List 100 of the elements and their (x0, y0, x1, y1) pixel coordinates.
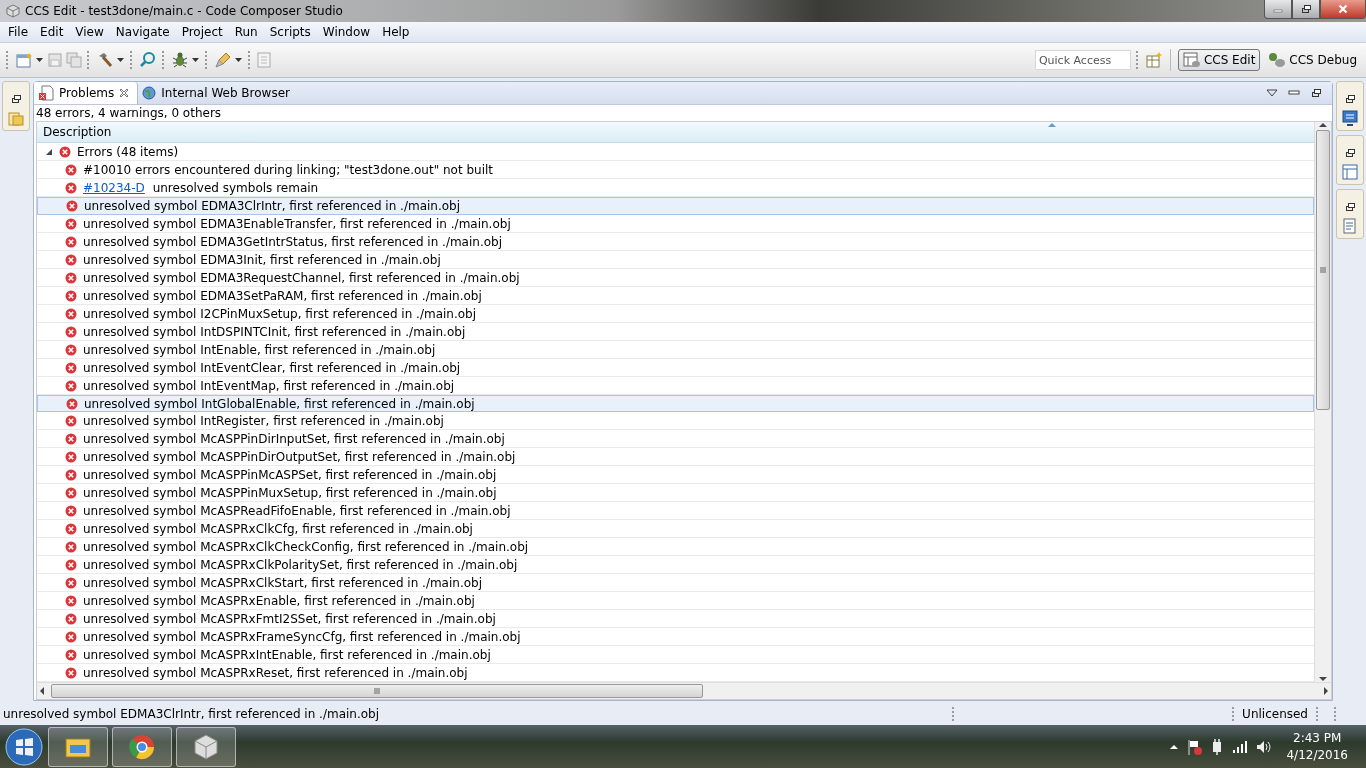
problem-row[interactable]: unresolved symbol IntDSPINTCInit, first referenced in ./main.obj (37, 322, 1314, 341)
restore-icon[interactable] (10, 94, 22, 104)
restore-icon[interactable] (1344, 202, 1356, 212)
problem-text: unresolved symbol I2CPinMuxSetup, first referenced in ./main.obj (83, 306, 477, 321)
problem-row[interactable]: unresolved symbol IntEventClear, first referenced in ./main.obj (37, 358, 1314, 377)
menu-item[interactable]: View (69, 25, 110, 39)
error-icon (65, 181, 77, 194)
menu-item[interactable]: Help (376, 25, 416, 39)
problem-text: unresolved symbol McASPRxFrameSyncCfg, first referenced in ./main.obj (83, 630, 521, 645)
open-perspective-icon[interactable] (1144, 51, 1163, 69)
problem-row[interactable]: #10234-D unresolved symbols remain (37, 178, 1314, 197)
menu-item[interactable]: Navigate (109, 25, 176, 39)
problem-row[interactable]: unresolved symbol McASPPinDirOutputSet, first referenced in ./main.obj (37, 448, 1314, 467)
speaker-icon[interactable] (1256, 739, 1273, 754)
problem-row[interactable]: unresolved symbol McASPRxClkCfg, first referenced in ./main.obj (37, 520, 1314, 539)
table-icon (1182, 52, 1201, 68)
menu-item[interactable]: File (2, 25, 35, 39)
error-icon (59, 145, 71, 158)
horizontal-scrollbar[interactable] (37, 682, 1331, 699)
expand-toggle-icon[interactable] (45, 147, 53, 156)
error-icon (65, 523, 77, 536)
problem-row[interactable]: unresolved symbol McASPPinMcASPSet, first referenced in ./main.obj (37, 466, 1314, 485)
taskbar-button[interactable] (176, 726, 236, 767)
menu-item[interactable]: Run (228, 25, 264, 39)
problem-row[interactable]: unresolved symbol EDMA3RequestChannel, first referenced in ./main.obj (37, 268, 1314, 287)
scroll-up-icon[interactable] (1319, 122, 1327, 128)
minimize-icon[interactable] (1288, 90, 1300, 96)
caret-icon[interactable] (36, 57, 44, 63)
taskbar-button[interactable] (48, 726, 108, 767)
problem-row[interactable]: unresolved symbol IntRegister, first referenced in ./main.obj (37, 412, 1314, 431)
restore-icon[interactable] (1344, 94, 1356, 104)
error-code-link[interactable]: #10234-D (83, 180, 145, 195)
problem-text: unresolved symbol McASPPinDirOutputSet, first referenced in ./main.obj (83, 450, 516, 465)
menu-item[interactable]: Edit (34, 25, 70, 39)
perspective-button[interactable]: CCS Debug (1263, 49, 1362, 71)
quick-access-field[interactable]: Quick Access (1034, 50, 1131, 70)
problem-row[interactable]: unresolved symbol EDMA3EnableTransfer, first referenced in ./main.obj (37, 214, 1314, 233)
close-button[interactable] (1320, 0, 1366, 19)
scroll-right-icon[interactable] (1321, 687, 1331, 695)
perspective-button[interactable]: CCS Edit (1177, 49, 1261, 71)
grip-icon (1320, 267, 1326, 273)
problem-row[interactable]: #10010 errors encountered during linking; "test3done.out" not built (37, 160, 1314, 179)
caret-icon[interactable] (117, 57, 125, 63)
problem-row[interactable]: unresolved symbol McASPRxClkStart, first referenced in ./main.obj (37, 574, 1314, 593)
scrollbar-thumb[interactable] (1316, 130, 1330, 410)
maximize-icon[interactable] (1310, 88, 1322, 98)
caret-icon[interactable] (192, 57, 200, 63)
clock-time: 2:43 PM (1293, 729, 1342, 747)
error-icon (65, 559, 77, 572)
bug-icon[interactable] (171, 51, 189, 69)
menu-item[interactable]: Window (316, 25, 377, 39)
view-menu-icon[interactable] (1266, 89, 1278, 97)
close-icon[interactable] (119, 88, 130, 98)
column-header[interactable]: Description (37, 122, 1314, 143)
signal-bars-icon[interactable] (1232, 740, 1249, 753)
view-tab[interactable]: Internal Web Browser (138, 82, 298, 104)
problem-row[interactable]: unresolved symbol EDMA3GetIntrStatus, first referenced in ./main.obj (37, 232, 1314, 251)
taskbar-button[interactable] (112, 726, 172, 767)
flag-icon[interactable] (1186, 738, 1203, 755)
clock[interactable]: 2:43 PM 4/12/2016 (1286, 729, 1348, 764)
problem-text: unresolved symbol McASPRxReset, first referenced in ./main.obj (83, 666, 468, 681)
view-tab[interactable]: Problems (34, 82, 139, 104)
group-row[interactable]: Errors (48 items) (37, 142, 1314, 161)
error-icon (65, 271, 77, 284)
problem-row[interactable]: unresolved symbol McASPRxFrameSyncCfg, first referenced in ./main.obj (37, 628, 1314, 647)
problem-row[interactable]: unresolved symbol EDMA3SetPaRAM, first referenced in ./main.obj (37, 286, 1314, 305)
error-icon (65, 307, 77, 320)
error-icon (65, 595, 77, 608)
problem-row[interactable]: unresolved symbol IntEventMap, first referenced in ./main.obj (37, 376, 1314, 395)
show-hidden-icons-icon[interactable] (1170, 743, 1179, 750)
problem-row[interactable]: unresolved symbol McASPPinDirInputSet, first referenced in ./main.obj (37, 430, 1314, 449)
problem-row[interactable]: unresolved symbol McASPRxIntEnable, first referenced in ./main.obj (37, 646, 1314, 665)
problem-row[interactable]: unresolved symbol McASPReadFifoEnable, first referenced in ./main.obj (37, 502, 1314, 521)
monitor-icon[interactable] (1342, 110, 1358, 126)
layout-icon[interactable] (1342, 164, 1358, 180)
problem-row[interactable]: unresolved symbol McASPRxClkPolaritySet, first referenced in ./main.obj (37, 556, 1314, 575)
problem-row[interactable]: unresolved symbol McASPPinMuxSetup, first referenced in ./main.obj (37, 484, 1314, 503)
problem-text: unresolved symbol McASPRxClkPolaritySet, first referenced in ./main.obj (83, 558, 518, 573)
problem-row[interactable]: unresolved symbol EDMA3Init, first referenced in ./main.obj (37, 250, 1314, 269)
problem-row[interactable]: unresolved symbol McASPRxFmtI2SSet, first referenced in ./main.obj (37, 610, 1314, 629)
caret-icon[interactable] (235, 57, 243, 63)
menu-item[interactable]: Scripts (263, 25, 317, 39)
minimize-button[interactable] (1264, 0, 1292, 19)
search-icon[interactable] (139, 51, 157, 69)
error-icon (65, 343, 77, 356)
scrollbar-thumb[interactable] (51, 684, 703, 698)
menu-item[interactable]: Project (175, 25, 229, 39)
vertical-scrollbar[interactable] (1314, 122, 1331, 682)
error-icon (65, 217, 77, 230)
problem-row[interactable]: unresolved symbol McASPRxClkCheckConfig, first referenced in ./main.obj (37, 538, 1314, 557)
problem-row[interactable]: unresolved symbol McASPRxEnable, first referenced in ./main.obj (37, 592, 1314, 611)
error-icon (65, 487, 77, 500)
restore-button[interactable] (1292, 0, 1320, 19)
status-message: unresolved symbol EDMA3ClrIntr, first referenced in ./main.obj (3, 707, 380, 721)
restore-icon[interactable] (1344, 148, 1356, 158)
problem-text: unresolved symbol McASPRxClkStart, first referenced in ./main.obj (83, 576, 482, 591)
error-icon (65, 361, 77, 374)
problem-row[interactable]: unresolved symbol IntEnable, first referenced in ./main.obj (37, 340, 1314, 359)
problem-row[interactable]: unresolved symbol I2CPinMuxSetup, first referenced in ./main.obj (37, 304, 1314, 323)
start-orb-icon[interactable] (4, 726, 44, 767)
